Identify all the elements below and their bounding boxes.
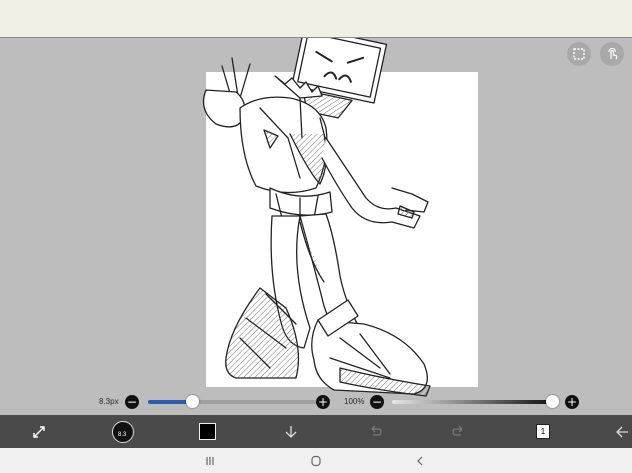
brush-size-decrease-button[interactable]: − bbox=[125, 395, 139, 409]
nav-back-icon bbox=[417, 456, 423, 465]
nav-recent-button[interactable] bbox=[190, 448, 230, 473]
selection-button[interactable] bbox=[567, 42, 591, 66]
brush-size-increase-button[interactable]: + bbox=[316, 395, 330, 409]
touch-icon bbox=[608, 47, 618, 60]
opacity-decrease-button[interactable]: − bbox=[370, 395, 384, 409]
back-arrow-icon bbox=[616, 426, 628, 437]
color-icon bbox=[198, 423, 216, 440]
app-top-bar bbox=[0, 0, 632, 38]
opacity-slider-track[interactable] bbox=[392, 400, 552, 404]
artwork-line-drawing bbox=[202, 38, 431, 397]
undo-button[interactable] bbox=[360, 415, 390, 448]
download-icon bbox=[285, 425, 297, 438]
layers-icon: 1 bbox=[536, 424, 550, 439]
brush-size-badge: 8.3 bbox=[118, 431, 127, 438]
layers-button[interactable]: 1 bbox=[528, 415, 558, 448]
download-button[interactable] bbox=[276, 415, 306, 448]
layer-count: 1 bbox=[540, 427, 546, 436]
system-navigation-bar bbox=[0, 448, 632, 473]
touch-button[interactable] bbox=[600, 42, 624, 66]
redo-icon bbox=[452, 425, 463, 436]
transform-tool-button[interactable] bbox=[24, 415, 54, 448]
drawing-canvas-area[interactable] bbox=[0, 38, 632, 415]
bottom-toolbar: 8.3 1 bbox=[0, 415, 632, 448]
brush-size-label: 8.3px bbox=[99, 397, 119, 406]
color-picker-button[interactable] bbox=[192, 415, 222, 448]
transform-icon bbox=[33, 425, 45, 438]
nav-back-button[interactable] bbox=[400, 448, 440, 473]
nav-home-icon bbox=[311, 455, 321, 466]
brush-size-slider-thumb[interactable] bbox=[185, 395, 199, 408]
nav-home-button[interactable] bbox=[296, 448, 336, 473]
select-icon bbox=[573, 48, 585, 60]
redo-button[interactable] bbox=[444, 415, 474, 448]
opacity-increase-button[interactable]: + bbox=[565, 395, 579, 409]
undo-icon bbox=[371, 425, 382, 436]
brush-opacity-label: 100% bbox=[344, 397, 365, 406]
brush-tool-button[interactable]: 8.3 bbox=[108, 415, 138, 448]
opacity-slider-thumb[interactable] bbox=[546, 395, 559, 408]
nav-recent-icon bbox=[206, 456, 214, 465]
brush-icon: 8.3 bbox=[112, 420, 134, 443]
back-button[interactable] bbox=[612, 415, 632, 448]
